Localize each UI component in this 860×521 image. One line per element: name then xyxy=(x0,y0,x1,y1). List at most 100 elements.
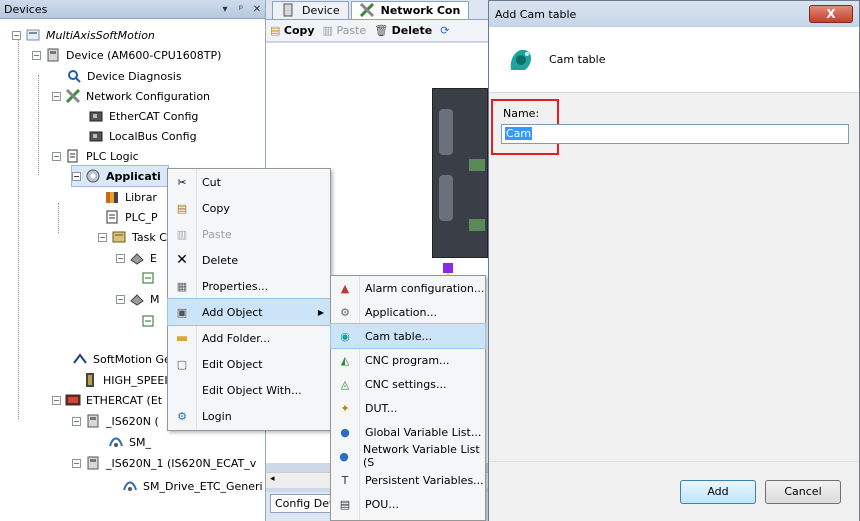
menu-item-add-folder[interactable]: ▬ Add Folder... xyxy=(168,325,330,351)
scroll-left-icon[interactable]: ◂ xyxy=(270,474,275,484)
name-input-value: Cam xyxy=(505,127,533,140)
task-icon xyxy=(129,250,145,266)
name-label: Name: xyxy=(503,107,540,120)
tree-node-softmotion[interactable]: SoftMotion Ge xyxy=(72,349,171,369)
delete-icon: 🗑 xyxy=(374,24,389,37)
tree-node-label: PLC Logic xyxy=(86,149,139,163)
menu-item-cut[interactable]: ✂ Cut xyxy=(168,169,330,195)
collapse-toggle-icon[interactable]: − xyxy=(32,50,41,60)
tree-node-plc-logic[interactable]: − PLC Logic xyxy=(52,146,139,166)
tree-node-network-configuration[interactable]: − Network Configuration xyxy=(52,86,210,106)
tree-node-label: Librar xyxy=(125,190,157,204)
submenu-item-application[interactable]: ⚙ Application... xyxy=(331,300,485,324)
tree-node-plc-prg[interactable]: PLC_P xyxy=(104,207,158,227)
submenu-item-pou[interactable]: ▤ POU... xyxy=(331,492,485,516)
cancel-button[interactable]: Cancel xyxy=(765,480,841,504)
submenu-item-dut[interactable]: ✦ DUT... xyxy=(331,396,485,420)
submenu-arrow-icon: ▶ xyxy=(317,307,324,317)
menu-item-delete[interactable]: ✕ Delete xyxy=(168,247,330,273)
delete-button[interactable]: 🗑 Delete xyxy=(374,24,432,37)
tree-node-sub-1[interactable] xyxy=(140,268,161,288)
cnc-program-icon: ◭ xyxy=(340,353,350,367)
tree-node-task-e[interactable]: − E xyxy=(116,248,157,268)
tree-node-sm-drive[interactable]: SM_ xyxy=(108,432,151,452)
submenu-item-cam-table[interactable]: ◉ Cam table... xyxy=(330,323,486,349)
pou-call-icon xyxy=(140,270,156,286)
collapse-toggle-icon[interactable]: − xyxy=(52,91,61,101)
submenu-item-cnc-settings[interactable]: ◬ CNC settings... xyxy=(331,372,485,396)
pin-icon[interactable]: ᵖ xyxy=(233,4,249,15)
collapse-toggle-icon[interactable]: − xyxy=(12,30,21,40)
tree-node-label: Network Configuration xyxy=(86,89,211,103)
collapse-toggle-icon[interactable]: − xyxy=(72,171,81,181)
submenu-item-cnc-program[interactable]: ◭ CNC program... xyxy=(331,348,485,372)
tree-node-label: E xyxy=(150,251,157,265)
add-button[interactable]: Add xyxy=(680,480,756,504)
menu-item-login[interactable]: ⚙ Login xyxy=(168,403,330,429)
panel-dropdown-icon[interactable]: ▾ xyxy=(217,4,233,15)
menu-item-label: Cut xyxy=(202,175,221,189)
submenu-item-alarm-configuration[interactable]: ▲ Alarm configuration... xyxy=(331,276,485,300)
collapse-toggle-icon[interactable]: − xyxy=(72,458,81,468)
library-icon xyxy=(104,189,120,205)
dialog-close-button[interactable]: X xyxy=(809,5,853,23)
tree-node-is620n[interactable]: − _IS620N ( xyxy=(72,411,159,431)
collapse-toggle-icon[interactable]: − xyxy=(98,232,107,242)
panel-close-icon[interactable]: ✕ xyxy=(249,4,265,15)
menu-item-label: Cam table... xyxy=(365,329,432,343)
cam-table-icon: ◉ xyxy=(340,329,350,343)
menu-item-label: Delete xyxy=(202,253,239,267)
tree-node-label: Device (AM600-CPU1608TP) xyxy=(66,48,222,62)
tree-node-device-diagnosis[interactable]: Device Diagnosis xyxy=(66,66,182,86)
collapse-toggle-icon[interactable]: − xyxy=(52,151,61,161)
tree-node-label: SoftMotion Ge xyxy=(93,352,171,366)
tree-node-application[interactable]: − Applicati xyxy=(71,165,169,187)
tree-node-device[interactable]: − Device (AM600-CPU1608TP) xyxy=(32,45,221,65)
menu-item-label: CNC settings... xyxy=(365,377,447,391)
tree-node-ethercat[interactable]: − ETHERCAT (Et xyxy=(52,390,162,410)
tree-node-task-config[interactable]: − Task C xyxy=(98,227,167,247)
cam-table-icon xyxy=(505,44,537,76)
menu-item-add-object[interactable]: ▣ Add Object ▶ xyxy=(167,298,331,326)
tree-node-project[interactable]: − MultiAxisSoftMotion xyxy=(12,25,155,45)
tree-node-task-m[interactable]: − M xyxy=(116,289,160,309)
editor-toolbar: ▤ Copy ▥ Paste 🗑 Delete ⟳ xyxy=(266,20,488,42)
device-icon xyxy=(85,455,101,471)
menu-item-edit-object[interactable]: ▢ Edit Object xyxy=(168,351,330,377)
delete-label: Delete xyxy=(391,24,433,37)
menu-item-paste[interactable]: ▥ Paste xyxy=(168,221,330,247)
collapse-toggle-icon[interactable]: − xyxy=(116,253,125,263)
tree-node-sub-2[interactable] xyxy=(140,311,161,331)
copy-button[interactable]: ▤ Copy xyxy=(270,24,315,37)
submenu-item-persistent-variables[interactable]: T Persistent Variables... xyxy=(331,468,485,492)
device-icon xyxy=(45,47,61,63)
tree-node-highspeed[interactable]: HIGH_SPEEI xyxy=(82,370,168,390)
menu-item-label: Properties... xyxy=(202,279,269,293)
refresh-icon[interactable]: ⟳ xyxy=(440,24,449,37)
dialog-title: Add Cam table xyxy=(495,7,577,21)
menu-item-copy[interactable]: ▤ Copy xyxy=(168,195,330,221)
tree-node-sm-drive-etc[interactable]: SM_Drive_ETC_Generi xyxy=(122,476,263,496)
menu-item-properties[interactable]: ▦ Properties... xyxy=(168,273,330,299)
collapse-toggle-icon[interactable]: − xyxy=(116,294,125,304)
menu-item-label: Paste xyxy=(202,227,232,241)
tree-node-label: M xyxy=(150,292,160,306)
submenu-item-global-variable-list[interactable]: ● Global Variable List... xyxy=(331,420,485,444)
tab-network-configuration[interactable]: Network Con xyxy=(350,1,470,19)
tab-device[interactable]: Device xyxy=(272,1,349,19)
submenu-item-network-variable-list[interactable]: ● Network Variable List (S xyxy=(331,443,485,469)
tree-node-localbus-config[interactable]: LocalBus Config xyxy=(88,126,197,146)
menu-item-edit-object-with[interactable]: Edit Object With... xyxy=(168,377,330,403)
tree-node-is620n-1[interactable]: − _IS620N_1 (IS620N_ECAT_v xyxy=(72,453,256,473)
collapse-toggle-icon[interactable]: − xyxy=(52,395,61,405)
tree-node-ethercat-config[interactable]: EtherCAT Config xyxy=(88,106,198,126)
paste-button[interactable]: ▥ Paste xyxy=(323,24,367,37)
tree-node-library[interactable]: Librar xyxy=(104,187,157,207)
folder-icon: ▬ xyxy=(175,330,189,346)
name-input[interactable]: Cam xyxy=(501,124,849,144)
tree-node-label: Applicati xyxy=(106,169,161,183)
localbus-config-icon xyxy=(88,128,104,144)
device-icon xyxy=(85,413,101,429)
collapse-toggle-icon[interactable]: − xyxy=(72,416,81,426)
context-menu: ✂ Cut ▤ Copy ▥ Paste ✕ Delete ▦ Properties...… xyxy=(167,168,331,431)
